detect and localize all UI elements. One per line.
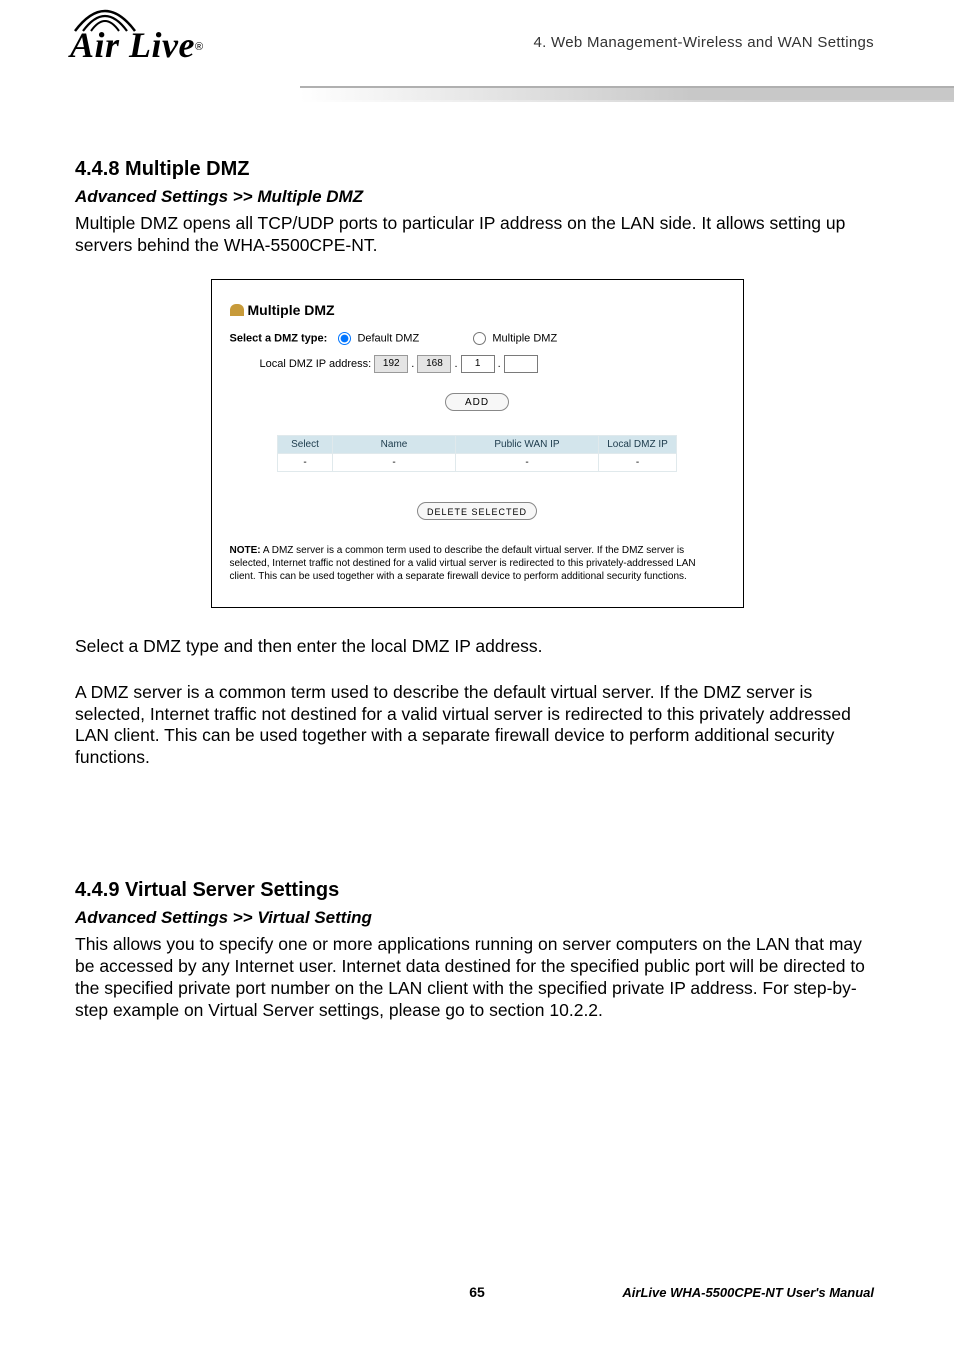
table-header-row: Select Name Public WAN IP Local DMZ IP xyxy=(278,435,677,453)
panel-title: Multiple DMZ xyxy=(230,302,725,318)
page-header: Air Live® 4. Web Management-Wireless and… xyxy=(0,0,954,110)
ip-octet-1[interactable] xyxy=(374,355,408,373)
panel-title-text: Multiple DMZ xyxy=(248,302,335,318)
cell-select: - xyxy=(278,453,333,471)
dmz-table: Select Name Public WAN IP Local DMZ IP -… xyxy=(277,435,677,472)
radio-default-dmz-label: Default DMZ xyxy=(357,332,419,344)
ip-octet-2[interactable] xyxy=(417,355,451,373)
header-divider xyxy=(300,86,954,102)
registered-mark: ® xyxy=(195,41,203,53)
body-449: This allows you to specify one or more a… xyxy=(75,934,879,1022)
cell-local: - xyxy=(599,453,677,471)
house-icon xyxy=(230,304,244,316)
wifi-arcs-icon xyxy=(70,6,140,36)
ip-octet-3[interactable] xyxy=(461,355,495,373)
radio-multiple-dmz[interactable] xyxy=(473,332,486,345)
panel-note: NOTE: A DMZ server is a common term used… xyxy=(230,544,725,583)
note-bold: NOTE: xyxy=(230,545,261,556)
after-panel-line1: Select a DMZ type and then enter the loc… xyxy=(75,636,879,658)
section-448-heading: 4.4.8 Multiple DMZ xyxy=(75,158,879,181)
breadcrumb-448: Advanced Settings >> Multiple DMZ xyxy=(75,187,879,207)
table-row: - - - - xyxy=(278,453,677,471)
th-local-dmz-ip: Local DMZ IP xyxy=(599,435,677,453)
radio-default-dmz[interactable] xyxy=(338,332,351,345)
add-button[interactable]: ADD xyxy=(445,393,509,411)
local-dmz-ip-label: Local DMZ IP address: xyxy=(260,358,372,370)
th-name: Name xyxy=(333,435,456,453)
delete-selected-button[interactable]: DELETE SELECTED xyxy=(417,502,537,520)
cell-name: - xyxy=(333,453,456,471)
page-number: 65 xyxy=(469,1284,485,1300)
intro-448: Multiple DMZ opens all TCP/UDP ports to … xyxy=(75,213,879,257)
local-dmz-ip-row: Local DMZ IP address: . . . xyxy=(260,355,725,373)
breadcrumb-449: Advanced Settings >> Virtual Setting xyxy=(75,908,879,928)
dmz-type-row: Select a DMZ type: Default DMZ Multiple … xyxy=(230,332,725,345)
page-content: 4.4.8 Multiple DMZ Advanced Settings >> … xyxy=(0,110,954,1022)
cell-public: - xyxy=(456,453,599,471)
th-public-wan-ip: Public WAN IP xyxy=(456,435,599,453)
note-text: A DMZ server is a common term used to de… xyxy=(230,545,696,582)
multiple-dmz-panel: Multiple DMZ Select a DMZ type: Default … xyxy=(211,279,744,608)
manual-title-footer: AirLive WHA-5500CPE-NT User's Manual xyxy=(622,1285,874,1300)
section-449-heading: 4.4.9 Virtual Server Settings xyxy=(75,879,879,902)
after-panel-line2: A DMZ server is a common term used to de… xyxy=(75,682,879,770)
ip-octet-4[interactable] xyxy=(504,355,538,373)
chapter-label: 4. Web Management-Wireless and WAN Setti… xyxy=(533,34,874,51)
radio-multiple-dmz-label: Multiple DMZ xyxy=(492,332,557,344)
th-select: Select xyxy=(278,435,333,453)
dmz-type-label: Select a DMZ type: xyxy=(230,332,328,344)
brand-logo: Air Live® xyxy=(70,24,203,66)
